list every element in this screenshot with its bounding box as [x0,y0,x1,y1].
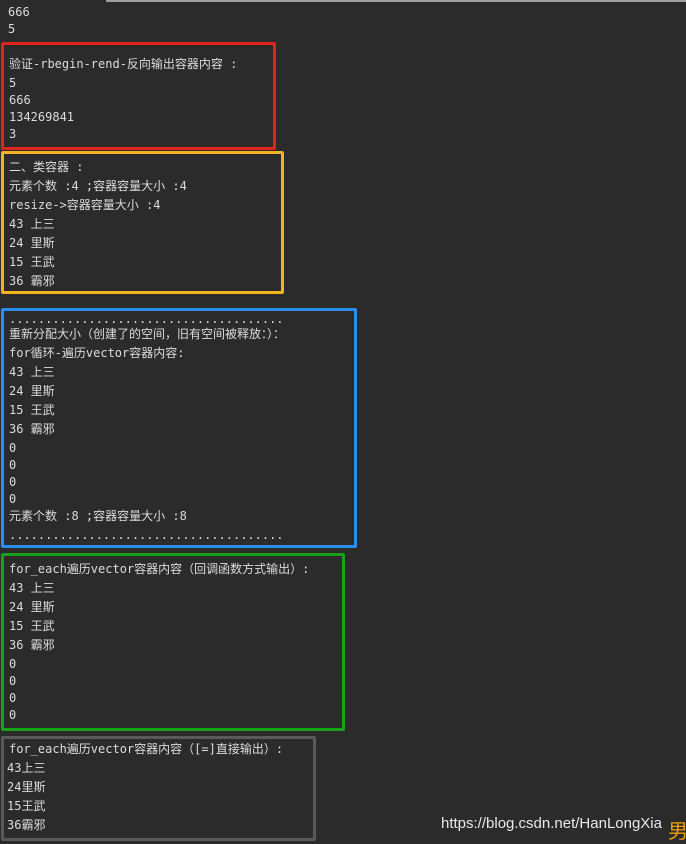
console-line: 43 上三 [9,581,55,595]
section-reallocation: ...................................... 重… [1,308,357,548]
console-line: 5 [9,76,17,90]
console-line: 24里斯 [7,780,46,794]
console-line: 36 霸邪 [9,422,55,436]
console-line: 15王武 [7,799,46,813]
console-line: for_each遍历vector容器内容（[=]直接输出）: [9,742,284,756]
console-line: 666 [9,93,31,107]
console-line: 43 上三 [9,217,55,231]
console-line: 43 上三 [9,365,55,379]
console-line: 0 [9,441,17,455]
console-line: 元素个数 :8 ;容器容量大小 :8 [9,509,187,523]
console-line: 134269841 [9,110,75,124]
console-line: 0 [9,691,17,705]
console-line: 0 [9,458,17,472]
console-line: 5 [8,22,16,36]
console-line: 24 里斯 [9,236,55,250]
console-line: 3 [9,127,17,141]
console-line: 666 [8,5,30,19]
console-line: 24 里斯 [9,600,55,614]
console-line: 36 霸邪 [9,638,55,652]
console-line: 元素个数 :4 ;容器容量大小 :4 [9,179,187,193]
console-line: 二、类容器 : [9,160,84,174]
console-line: 0 [9,475,17,489]
console-line: 验证-rbegin-rend-反向输出容器内容 : [9,57,238,71]
console-line: 重新分配大小（创建了的空间，旧有空间被释放：）： [9,327,286,341]
console-line: 24 里斯 [9,384,55,398]
console-line: 15 王武 [9,403,55,417]
console-line: 36 霸邪 [9,274,55,288]
console-line: ...................................... [9,528,284,542]
console-line: 15 王武 [9,255,55,269]
console-line: 0 [9,674,17,688]
console-line: 36霸邪 [7,818,46,832]
console-line: resize->容器容量大小 :4 [9,198,161,212]
console-line: 0 [9,657,17,671]
console-line: 15 王武 [9,619,55,633]
console-line: 43上三 [7,761,46,775]
section-class-container: 二、类容器 : 元素个数 :4 ;容器容量大小 :4 resize->容器容量大… [1,151,284,294]
section-for-each-lambda: for_each遍历vector容器内容（[=]直接输出）: 43上三 24里斯… [1,736,316,841]
console-line: for_each遍历vector容器内容（回调函数方式输出）: [9,562,310,576]
console-line: for循环-遍历vector容器内容: [9,346,185,360]
console-line: 0 [9,708,17,722]
section-for-each-callback: for_each遍历vector容器内容（回调函数方式输出）: 43 上三 24… [1,553,345,731]
section-reverse-output: 验证-rbegin-rend-反向输出容器内容 : 5 666 13426984… [1,42,276,150]
window-top-border [106,0,686,2]
corner-glyph: 男 [668,819,686,843]
console-line: 0 [9,492,17,506]
watermark-url: https://blog.csdn.net/HanLongXia [441,815,662,832]
